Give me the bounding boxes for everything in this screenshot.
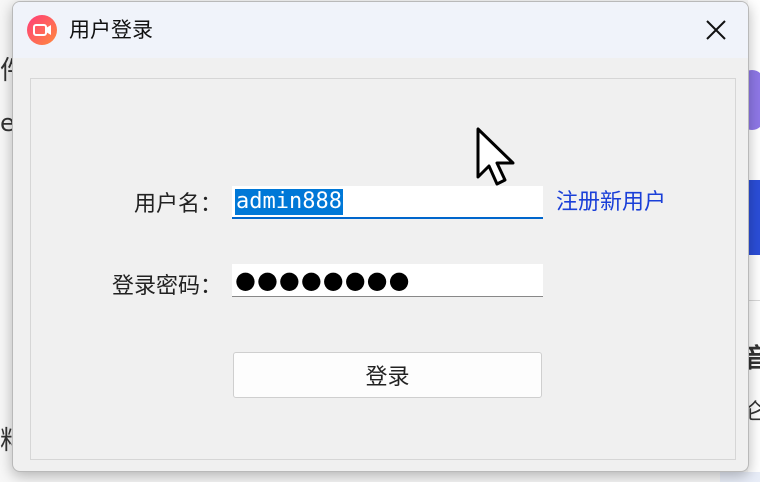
video-camera-icon	[27, 15, 57, 45]
password-label: 登录密码：	[111, 274, 222, 299]
username-selected-text: admin888	[235, 189, 343, 215]
background-chip	[720, 472, 760, 482]
username-input[interactable]: admin888	[232, 186, 543, 219]
password-mask: ●●●●●●●●	[235, 266, 411, 294]
close-button[interactable]	[694, 10, 738, 50]
username-label: 用户名：	[133, 192, 222, 217]
title-bar[interactable]: 用户登录	[13, 2, 748, 58]
window-title: 用户登录	[69, 18, 153, 42]
close-icon	[706, 20, 726, 40]
password-input[interactable]: ●●●●●●●●	[232, 264, 543, 297]
background-divider	[748, 300, 760, 301]
login-button[interactable]: 登录	[233, 352, 542, 398]
background-blue-bar	[748, 180, 760, 255]
login-dialog: 用户登录 用户名： admin888 注册新用户 登录密码： ●●●●●●●● …	[12, 1, 749, 472]
register-new-user-link[interactable]: 注册新用户	[556, 188, 666, 218]
